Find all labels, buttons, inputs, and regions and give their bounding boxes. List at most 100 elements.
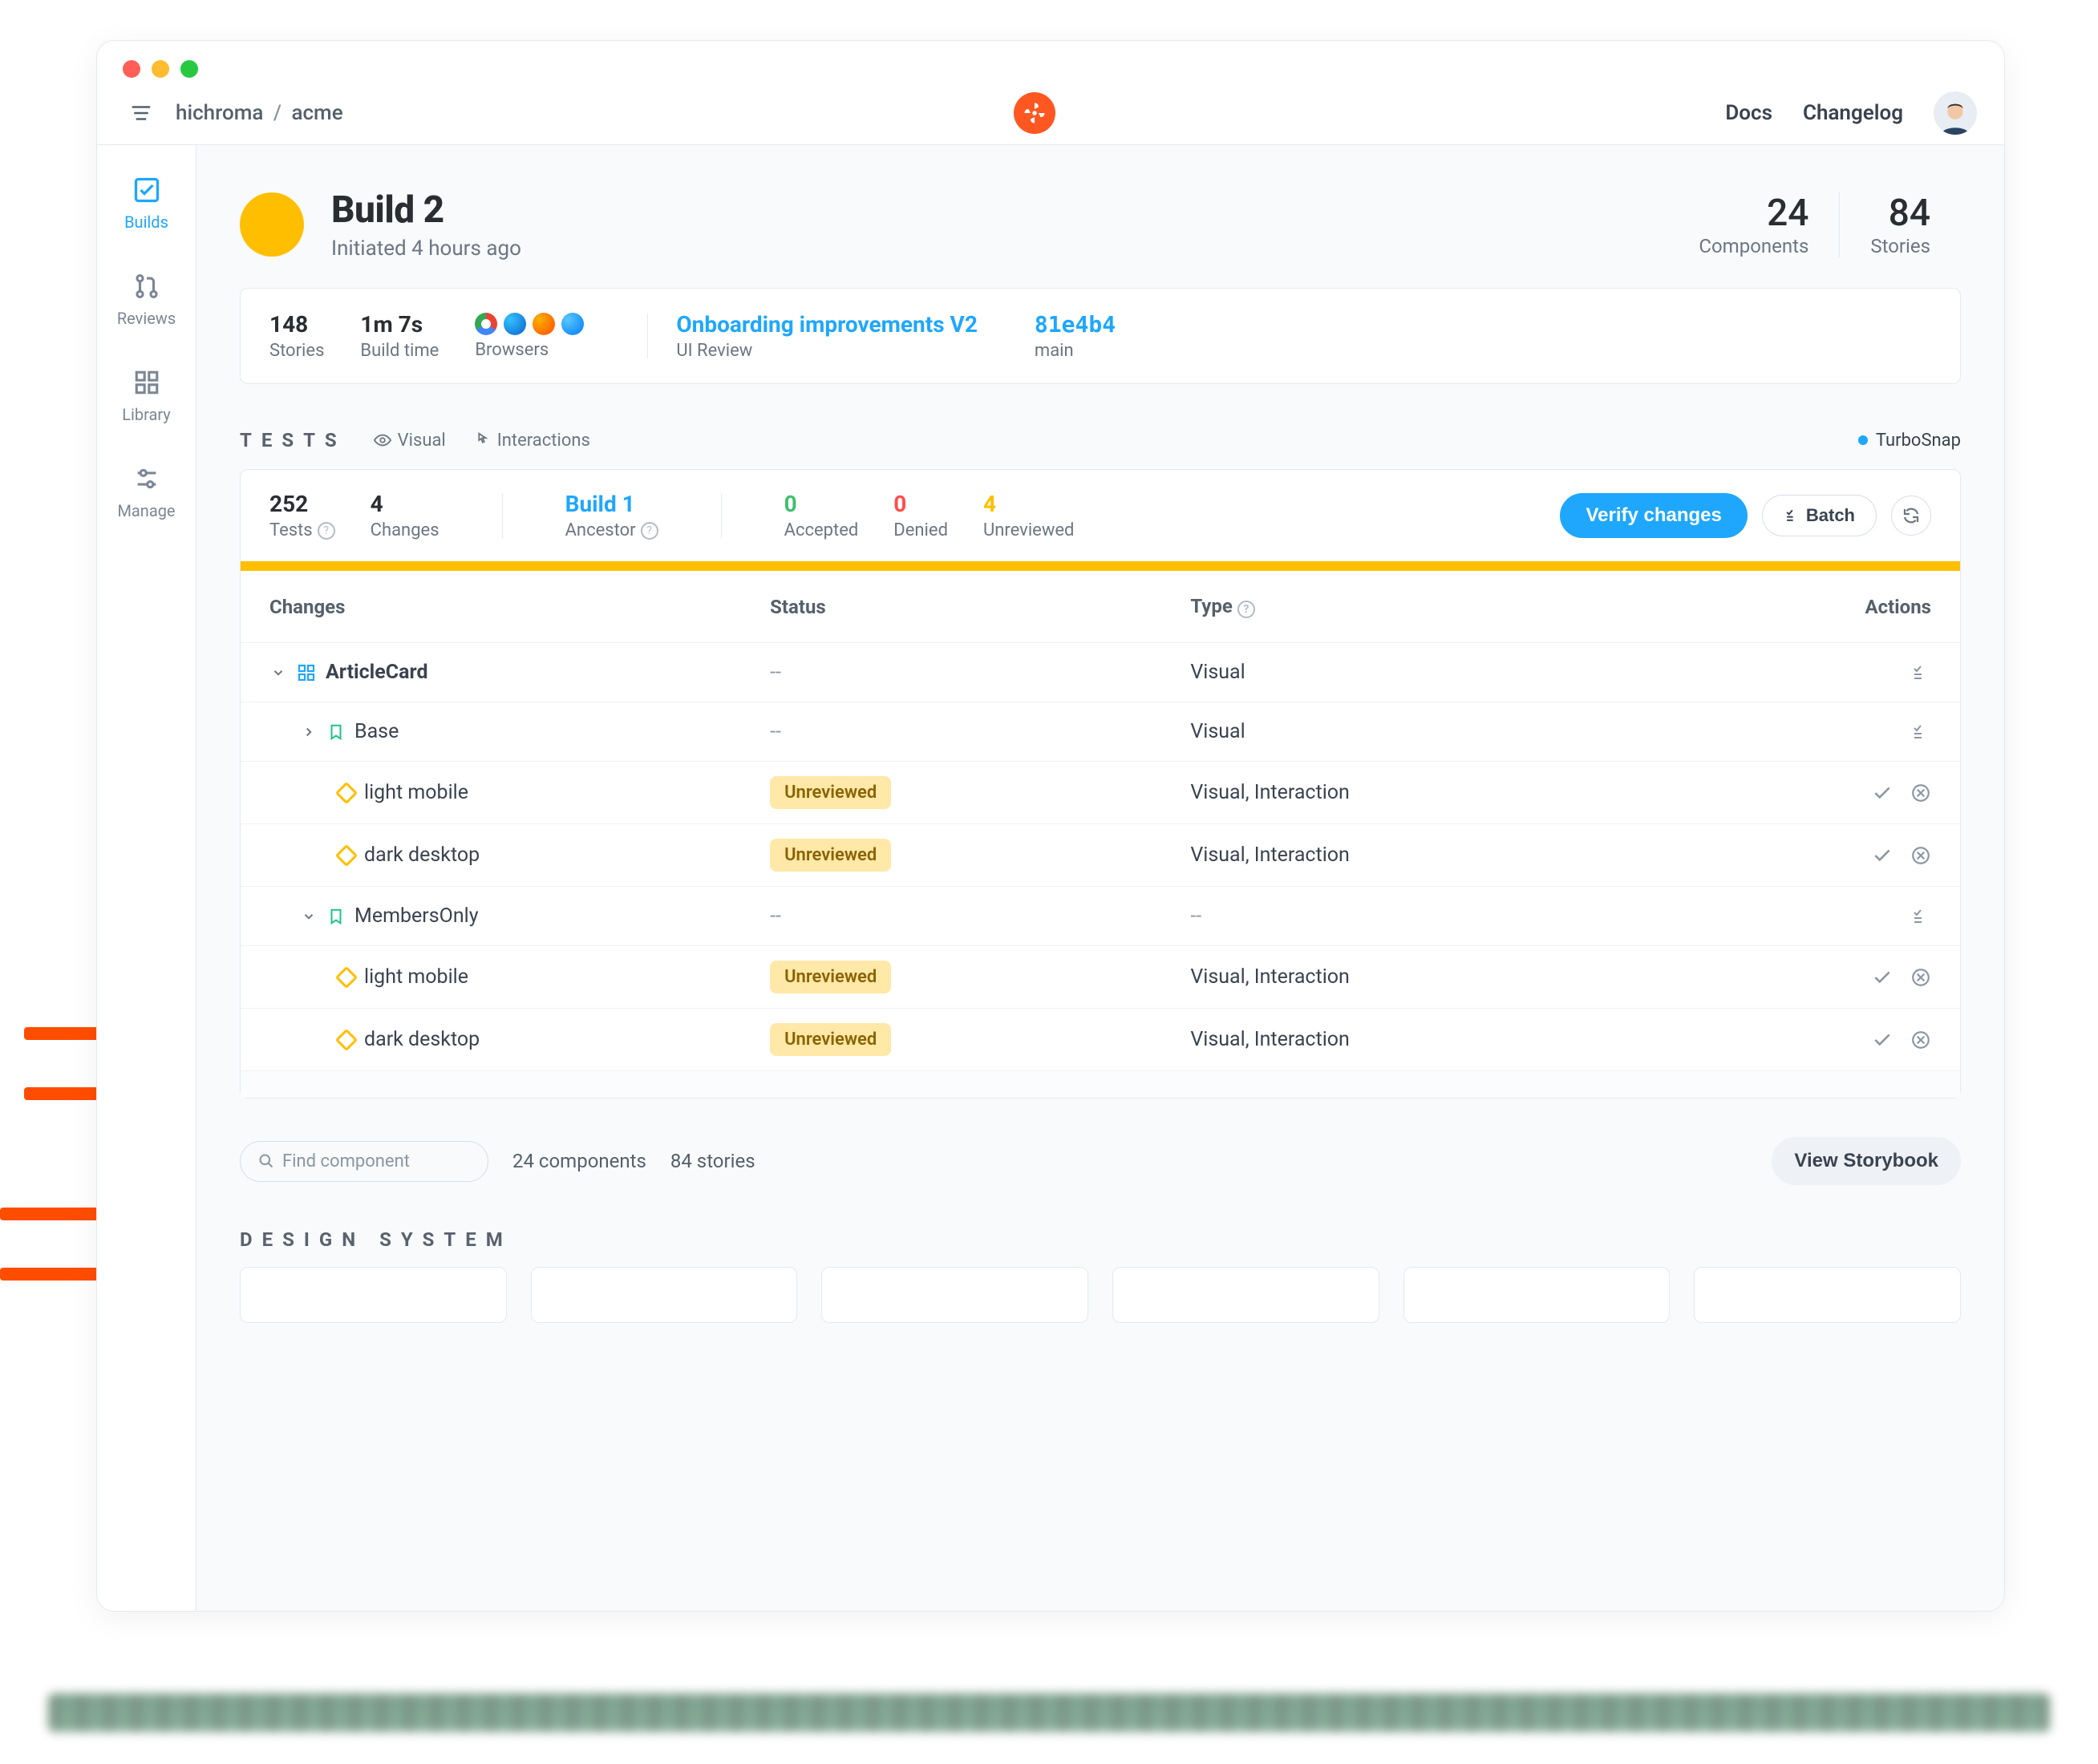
- accept-icon[interactable]: [1872, 967, 1893, 988]
- main-panel: Build 2 Initiated 4 hours ago 24 Compone…: [196, 145, 2004, 1611]
- pr-sub: UI Review: [676, 341, 978, 361]
- help-icon[interactable]: ?: [641, 522, 658, 540]
- sidebar-item-reviews[interactable]: Reviews: [97, 270, 196, 328]
- components-count: 24: [1699, 192, 1808, 235]
- status-badge: Unreviewed: [770, 776, 891, 809]
- check-list-icon: [1784, 508, 1800, 524]
- chevron-right-icon[interactable]: [300, 723, 318, 741]
- pull-request-icon: [133, 273, 160, 300]
- help-icon[interactable]: ?: [318, 522, 335, 540]
- breadcrumb-org[interactable]: hichroma: [176, 101, 263, 125]
- changelog-link[interactable]: Changelog: [1803, 101, 1903, 125]
- denied-value: 0: [893, 491, 948, 517]
- verify-changes-button[interactable]: Verify changes: [1560, 493, 1747, 538]
- sidebar-item-library[interactable]: Library: [97, 366, 196, 424]
- docs-link[interactable]: Docs: [1725, 101, 1772, 125]
- accepted-value: 0: [784, 491, 859, 517]
- batch-button[interactable]: Batch: [1762, 495, 1877, 536]
- sidebar: Builds Reviews Library Manage: [97, 145, 196, 1611]
- accept-icon[interactable]: [1872, 1030, 1893, 1050]
- batch-action-icon[interactable]: [1910, 906, 1931, 927]
- chevron-down-icon[interactable]: [300, 908, 318, 925]
- table-row[interactable]: light mobile Unreviewed Visual, Interact…: [241, 761, 1960, 823]
- deny-icon[interactable]: [1910, 967, 1931, 988]
- sidebar-item-label: Builds: [124, 212, 168, 232]
- buildtime-lab: Build time: [360, 341, 439, 361]
- design-card[interactable]: [240, 1267, 507, 1323]
- chrome-icon: [475, 313, 497, 335]
- ancestor-link[interactable]: Build 1: [565, 491, 658, 517]
- help-icon[interactable]: ?: [1237, 601, 1255, 618]
- chevron-down-icon[interactable]: [269, 664, 287, 682]
- turbosnap-indicator[interactable]: TurboSnap: [1858, 431, 1961, 451]
- tests-section-head: TESTS Visual Interactions TurboSnap: [196, 384, 2004, 469]
- table-row[interactable]: ArticleCard -- Visual: [241, 642, 1960, 702]
- safari-icon: [561, 313, 584, 335]
- build-subtitle: Initiated 4 hours ago: [331, 237, 1668, 261]
- stories-num: 148: [269, 311, 324, 338]
- table-row[interactable]: light mobile Unreviewed Visual, Interact…: [241, 945, 1960, 1008]
- maximize-window-dot[interactable]: [180, 60, 198, 78]
- design-card[interactable]: [1112, 1267, 1379, 1323]
- deny-icon[interactable]: [1910, 845, 1931, 866]
- app-window: hichroma / acme Docs Changelog: [96, 40, 2005, 1612]
- pinwheel-icon: [1023, 101, 1047, 125]
- sidebar-item-manage[interactable]: Manage: [97, 463, 196, 520]
- design-card[interactable]: [821, 1267, 1088, 1323]
- interactions-tab[interactable]: Interactions: [473, 431, 590, 451]
- avatar-icon: [1937, 98, 1974, 135]
- breadcrumb-project[interactable]: acme: [291, 101, 342, 125]
- mode-icon: [335, 844, 358, 866]
- close-window-dot[interactable]: [123, 60, 140, 78]
- accept-icon[interactable]: [1872, 783, 1893, 803]
- col-changes: Changes: [269, 596, 770, 618]
- grid-icon: [133, 369, 160, 396]
- firefox-icon: [533, 313, 555, 335]
- stories-label: Stories: [1870, 235, 1930, 257]
- table-row[interactable]: Base -- Visual: [241, 702, 1960, 761]
- commit-hash-link[interactable]: 81e4b4: [1035, 311, 1116, 338]
- stories-text: 84 stories: [670, 1150, 755, 1172]
- browsers-lab: Browsers: [475, 340, 584, 360]
- mode-icon: [335, 965, 358, 988]
- sidebar-item-builds[interactable]: Builds: [97, 174, 196, 232]
- table-row[interactable]: MembersOnly -- --: [241, 886, 1960, 945]
- table-row[interactable]: dark desktop Unreviewed Visual, Interact…: [241, 1008, 1960, 1070]
- view-storybook-button[interactable]: View Storybook: [1772, 1137, 1961, 1185]
- table-row[interactable]: dark desktop Unreviewed Visual, Interact…: [241, 823, 1960, 886]
- deny-icon[interactable]: [1910, 783, 1931, 803]
- story-icon: [327, 908, 345, 925]
- deny-icon[interactable]: [1910, 1030, 1931, 1050]
- app-logo[interactable]: [1014, 92, 1055, 134]
- batch-action-icon[interactable]: [1910, 662, 1931, 683]
- checkbox-icon: [132, 176, 161, 204]
- mode-icon: [335, 781, 358, 803]
- minimize-window-dot[interactable]: [152, 60, 169, 78]
- design-card[interactable]: [531, 1267, 798, 1323]
- build-header: Build 2 Initiated 4 hours ago 24 Compone…: [196, 145, 2004, 288]
- accept-icon[interactable]: [1872, 845, 1893, 866]
- design-card[interactable]: [1694, 1267, 1961, 1323]
- components-label: Components: [1699, 235, 1808, 257]
- batch-action-icon[interactable]: [1910, 722, 1931, 742]
- mode-icon: [335, 1028, 358, 1050]
- pr-title-link[interactable]: Onboarding improvements V2: [676, 311, 978, 338]
- tests-summary-row: 252 Tests? 4 Changes Build 1 Ancestor? 0: [241, 470, 1960, 561]
- separator: [647, 314, 648, 358]
- components-text: 24 components: [512, 1150, 646, 1172]
- status-badge: Unreviewed: [770, 1023, 891, 1056]
- unreviewed-value: 4: [983, 491, 1074, 517]
- menu-button[interactable]: [124, 96, 158, 130]
- tests-card-footer: [241, 1070, 1960, 1098]
- status-badge: Unreviewed: [770, 961, 891, 993]
- tests-value: 252: [269, 491, 335, 517]
- user-avatar[interactable]: [1934, 91, 1977, 135]
- visual-tab[interactable]: Visual: [374, 431, 446, 451]
- search-input[interactable]: Find component: [240, 1141, 488, 1182]
- sliders-icon: [133, 465, 160, 492]
- build-status-dot: [240, 192, 304, 257]
- menu-icon: [129, 101, 153, 125]
- breadcrumb[interactable]: hichroma / acme: [176, 101, 343, 125]
- refresh-button[interactable]: [1891, 496, 1931, 536]
- design-card[interactable]: [1403, 1267, 1671, 1323]
